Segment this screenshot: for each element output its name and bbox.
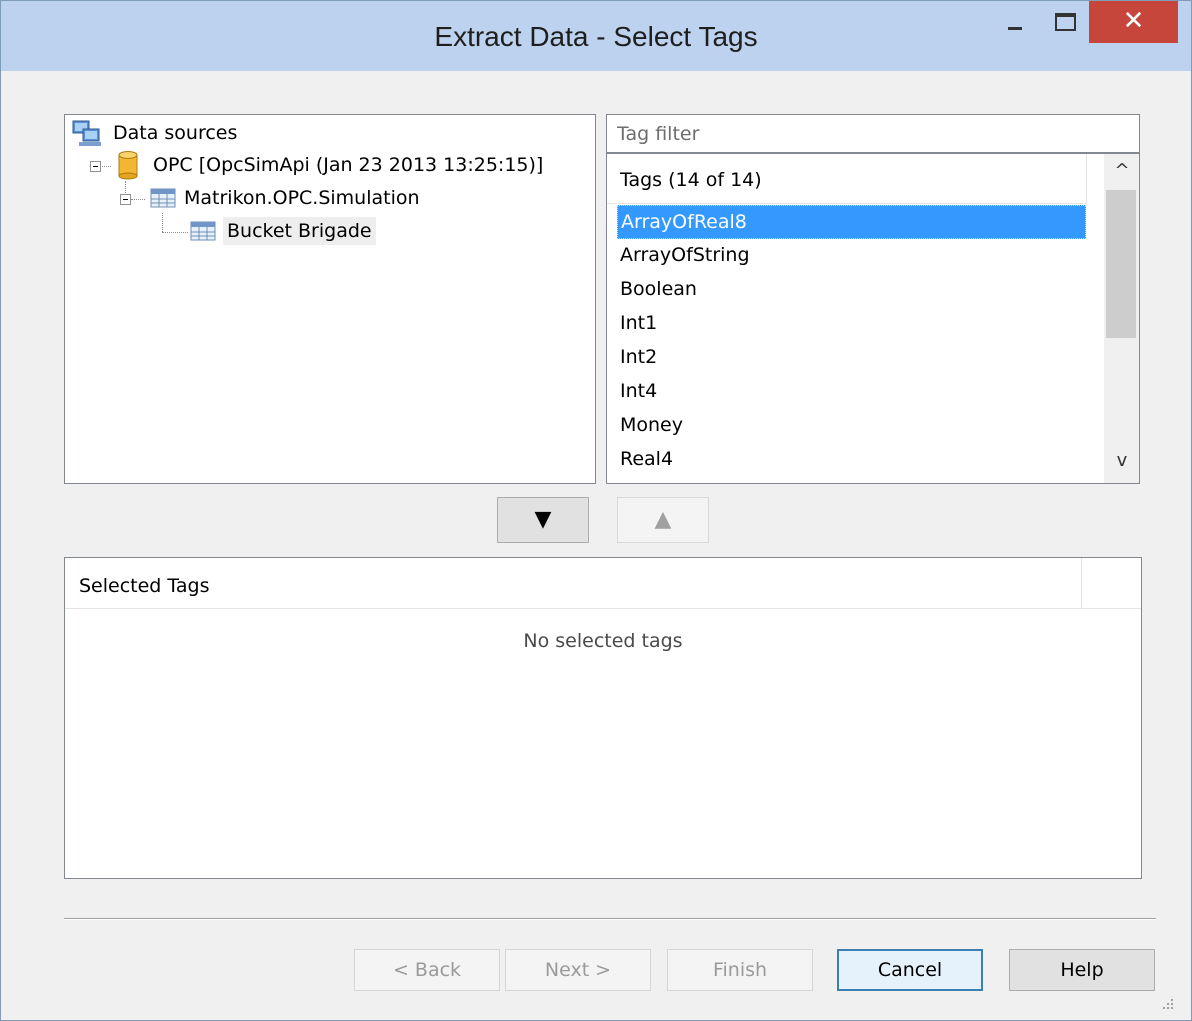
table-icon xyxy=(150,188,176,208)
collapse-server-toggle[interactable] xyxy=(120,194,131,205)
selected-tags-header[interactable]: Selected Tags xyxy=(65,558,1141,609)
tag-item[interactable]: ArrayOfString xyxy=(617,239,1086,273)
tag-item[interactable]: Int2 xyxy=(617,341,1086,375)
tag-item[interactable]: Int1 xyxy=(617,307,1086,341)
tag-filter-box[interactable] xyxy=(606,114,1140,153)
finish-button[interactable]: Finish xyxy=(667,949,813,991)
tree-node-data-sources[interactable]: Data sources xyxy=(71,118,237,148)
tags-list[interactable]: Tags (14 of 14) ArrayOfReal8 ArrayOfStri… xyxy=(606,153,1140,484)
resize-grip-icon[interactable] xyxy=(1159,995,1175,1011)
tree-node-label: Bucket Brigade xyxy=(223,217,376,245)
next-button[interactable]: Next > xyxy=(505,949,651,991)
scroll-up-icon[interactable]: ^ xyxy=(1104,160,1139,181)
scroll-thumb[interactable] xyxy=(1106,190,1136,338)
tree-node-label: Matrikon.OPC.Simulation xyxy=(184,187,420,209)
data-sources-tree[interactable]: Data sources OPC [OpcSimApi (Jan 23 2013… xyxy=(64,114,596,484)
selected-tags-header-label: Selected Tags xyxy=(79,575,210,597)
selected-tags-list[interactable]: Selected Tags No selected tags xyxy=(64,557,1142,879)
add-tag-button[interactable]: ▼ xyxy=(497,497,589,543)
tree-connector xyxy=(162,232,188,233)
tree-connector xyxy=(162,213,163,232)
table-icon xyxy=(190,221,216,241)
tags-scrollbar[interactable]: ^ v xyxy=(1104,154,1139,483)
arrow-down-icon: ▼ xyxy=(534,507,552,532)
column-separator xyxy=(1081,558,1082,608)
tree-node-opc[interactable]: OPC [OpcSimApi (Jan 23 2013 13:25:15)] xyxy=(117,150,543,180)
tag-item[interactable]: Boolean xyxy=(617,273,1086,307)
database-icon xyxy=(118,151,138,180)
maximize-icon xyxy=(1055,13,1076,31)
scroll-down-icon[interactable]: v xyxy=(1104,450,1139,471)
cancel-button[interactable]: Cancel xyxy=(837,949,983,991)
tree-node-label: OPC [OpcSimApi (Jan 23 2013 13:25:15)] xyxy=(153,154,544,176)
minimize-button[interactable] xyxy=(989,1,1039,41)
tree-connector xyxy=(131,199,145,200)
tag-item[interactable]: Money xyxy=(617,409,1086,443)
tags-header-label: Tags (14 of 14) xyxy=(620,169,762,191)
tag-item[interactable]: Int4 xyxy=(617,375,1086,409)
tree-node-bucket-brigade[interactable]: Bucket Brigade xyxy=(189,216,376,246)
collapse-opc-toggle[interactable] xyxy=(90,161,101,172)
minimize-icon xyxy=(1008,27,1022,30)
tag-filter-input[interactable] xyxy=(607,115,1139,152)
back-button[interactable]: < Back xyxy=(354,949,500,991)
remove-tag-button[interactable]: ▲ xyxy=(617,497,709,543)
tag-item[interactable]: Real4 xyxy=(617,443,1086,477)
tree-node-label: Data sources xyxy=(113,122,238,144)
tree-node-matrikon[interactable]: Matrikon.OPC.Simulation xyxy=(149,183,420,213)
title-bar[interactable]: Extract Data - Select Tags ✕ xyxy=(1,1,1191,71)
help-button[interactable]: Help xyxy=(1009,949,1155,991)
close-icon: ✕ xyxy=(1122,6,1145,36)
tags-column-header[interactable]: Tags (14 of 14) xyxy=(607,154,1087,204)
close-button[interactable]: ✕ xyxy=(1089,1,1178,43)
data-sources-icon xyxy=(72,120,101,146)
tag-item[interactable]: ArrayOfReal8 xyxy=(617,205,1086,239)
empty-message: No selected tags xyxy=(523,630,683,652)
arrow-up-icon: ▲ xyxy=(654,507,672,532)
extract-data-dialog: Extract Data - Select Tags ✕ Data source… xyxy=(0,0,1192,1021)
divider xyxy=(64,918,1156,920)
maximize-button[interactable] xyxy=(1039,1,1089,41)
